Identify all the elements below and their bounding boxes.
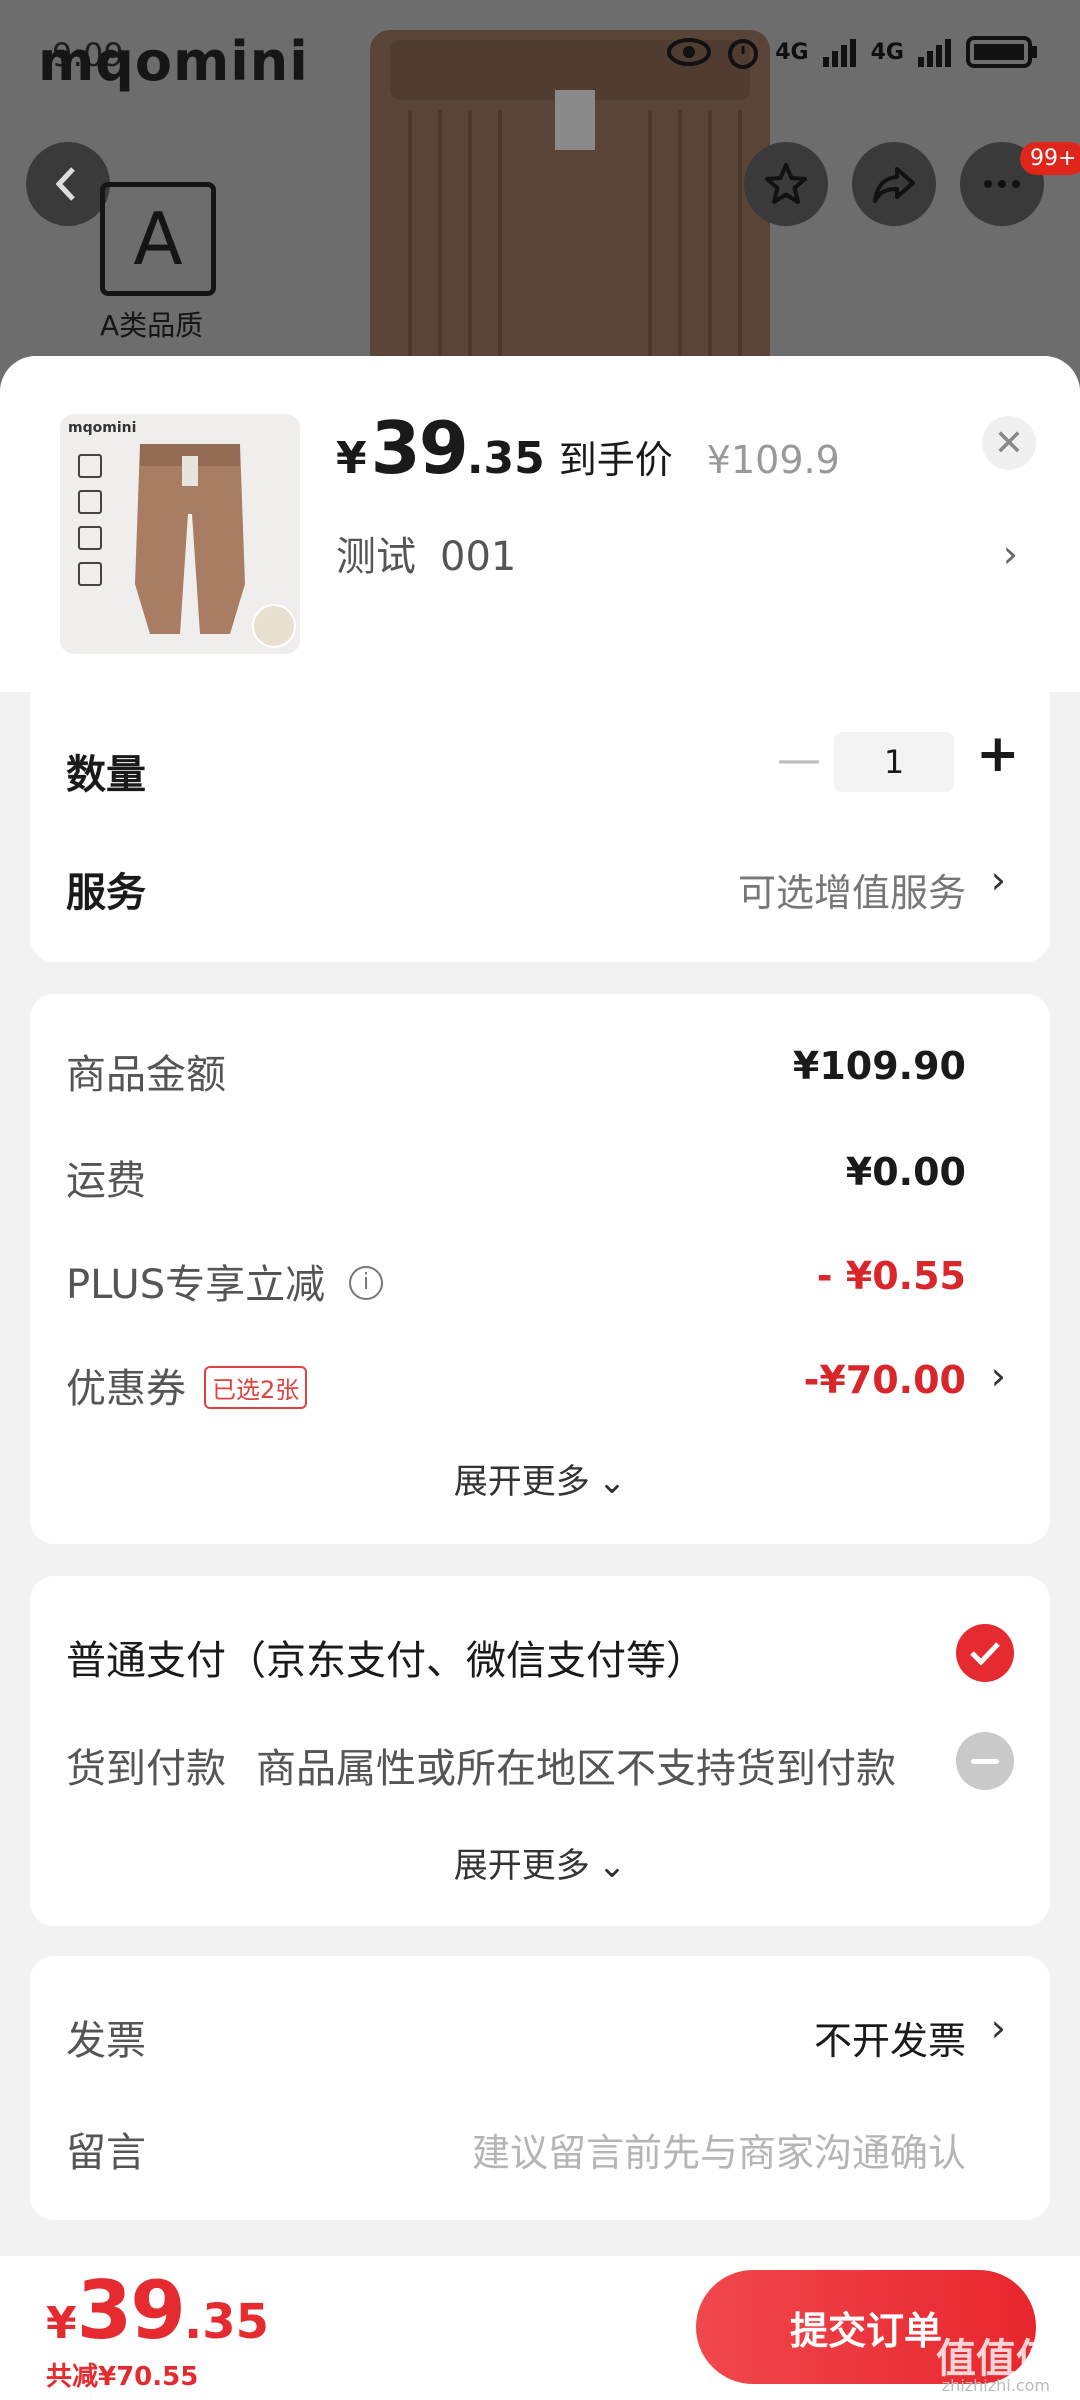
price-line: ¥ 39 .35 到手价 ¥109.9 (336, 406, 840, 490)
signal-icon-2 (918, 39, 951, 67)
quantity-decrease-button[interactable]: — (777, 734, 821, 785)
quality-text: A类品质 (100, 309, 204, 342)
watermark-url: zhizhizhi.com (941, 2376, 1050, 2395)
total-saved: 共减¥70.55 (46, 2362, 199, 2392)
thumb-feature-icons (78, 454, 102, 586)
chevron-right-icon[interactable]: › (991, 858, 1006, 902)
alarm-icon (728, 39, 759, 69)
cod-radio-disabled (956, 1732, 1014, 1790)
feature-icon (78, 454, 102, 478)
spec-code: 001 (440, 534, 517, 580)
feature-icon (78, 562, 102, 586)
normal-payment-label[interactable]: 普通支付（京东支付、微信支付等） (66, 1628, 706, 1686)
star-icon (765, 163, 807, 204)
network-4g-2: 4G (870, 39, 904, 65)
brand-logo: mqomini (38, 30, 309, 93)
quantity-increase-button[interactable]: + (976, 724, 1020, 784)
eye-icon (667, 38, 712, 66)
battery-icon (966, 36, 1037, 68)
checkout-bar: ¥ 39 .35 共减¥70.55 提交订单 值值值 zhizhizhi.com (0, 2256, 1080, 2400)
signal-icon (822, 39, 856, 67)
info-icon[interactable]: i (349, 1266, 384, 1300)
close-icon: ✕ (993, 422, 1025, 464)
chevron-right-icon[interactable]: › (991, 1354, 1006, 1398)
more-dots-icon (984, 180, 1020, 188)
message-badge: 99+ (1020, 142, 1080, 175)
thumb-logo: mqomini (68, 420, 137, 436)
cod-row: 货到付款 商品属性或所在地区不支持货到付款 (66, 1736, 896, 1794)
message-label: 留言 (66, 2130, 146, 2176)
service-label: 服务 (66, 870, 146, 916)
back-button[interactable] (26, 142, 110, 226)
quantity-input[interactable]: 1 (834, 732, 954, 792)
quantity-service-card: 数量 — 1 + 服务 可选增值服务 › (30, 692, 1050, 962)
price-integer: 39 (370, 406, 469, 490)
expand-more-costs[interactable]: 展开更多 ⌄ (30, 1454, 1050, 1503)
status-bar-icons: 4G 4G (667, 34, 1038, 70)
spec-name: 测试 (336, 534, 416, 580)
cod-note: 商品属性或所在地区不支持货到付款 (256, 1746, 896, 1792)
cost-breakdown-card: 商品金额 ¥109.90 运费 ¥0.00 PLUS专享立减 i - ¥0.55 … (30, 994, 1050, 1544)
goods-amount-value: ¥109.90 (792, 1044, 966, 1088)
shipping-label: 运费 (66, 1158, 146, 1204)
coupon-tag: 已选2张 (204, 1365, 308, 1409)
shipping-value: ¥0.00 (845, 1150, 966, 1194)
pants-thumb-image (135, 444, 245, 634)
price-label: 到手价 (558, 438, 673, 482)
invoice-label: 发票 (66, 2018, 146, 2064)
goods-amount-label: 商品金额 (66, 1052, 226, 1098)
fabric-swatch (252, 604, 296, 648)
plus-discount-value: - ¥0.55 (816, 1254, 966, 1298)
feature-icon (78, 526, 102, 550)
expand-more-payment[interactable]: 展开更多 ⌄ (30, 1838, 1050, 1887)
plus-discount-row: PLUS专享立减 i (66, 1252, 384, 1310)
chevron-down-icon: ⌄ (597, 1846, 627, 1886)
share-icon (873, 167, 915, 203)
favorite-button[interactable] (744, 142, 828, 226)
total-currency: ¥ (46, 2298, 77, 2349)
service-value[interactable]: 可选增值服务 (738, 862, 966, 917)
expand-label: 展开更多 (453, 1462, 590, 1502)
quantity-label: 数量 (66, 752, 146, 798)
total-price: ¥ 39 .35 (46, 2264, 269, 2357)
feature-icon (78, 490, 102, 514)
coupon-row[interactable]: 优惠券 已选2张 (66, 1356, 308, 1414)
chevron-down-icon: ⌄ (597, 1462, 627, 1502)
chevron-right-icon[interactable]: › (991, 2006, 1006, 2050)
network-4g-1: 4G (775, 39, 809, 65)
cod-label: 货到付款 (66, 1746, 226, 1792)
normal-payment-radio[interactable] (956, 1624, 1014, 1682)
price-decimal: .35 (466, 433, 545, 484)
spec-selector[interactable]: 测试 001 (336, 524, 516, 582)
product-summary: mqomini ¥ 39 .35 到手价 ¥109.9 ✕ 测试 001 › (0, 356, 1080, 692)
close-button[interactable]: ✕ (982, 416, 1036, 470)
plus-discount-label: PLUS专享立减 (66, 1262, 326, 1308)
minus-icon (971, 1758, 999, 1764)
expand-label: 展开更多 (453, 1846, 590, 1886)
invoice-value[interactable]: 不开发票 (814, 2010, 966, 2065)
order-sheet: mqomini ¥ 39 .35 到手价 ¥109.9 ✕ 测试 001 › 数… (0, 356, 1080, 2256)
price-currency: ¥ (336, 433, 367, 484)
chevron-left-icon (55, 167, 75, 201)
check-icon (970, 1642, 1000, 1666)
quality-icon: A (100, 182, 216, 296)
chevron-right-icon[interactable]: › (1003, 532, 1018, 576)
message-input[interactable]: 建议留言前先与商家沟通确认 (472, 2122, 966, 2177)
total-integer: 39 (76, 2264, 186, 2357)
share-button[interactable] (852, 142, 936, 226)
coupon-value[interactable]: -¥70.00 (804, 1358, 966, 1402)
original-price: ¥109.9 (706, 438, 840, 482)
product-thumbnail[interactable]: mqomini (60, 414, 300, 654)
invoice-message-card: 发票 不开发票 › 留言 建议留言前先与商家沟通确认 (30, 1956, 1050, 2220)
total-decimal: .35 (183, 2294, 269, 2350)
coupon-label: 优惠券 (66, 1366, 186, 1412)
payment-card: 普通支付（京东支付、微信支付等） 货到付款 商品属性或所在地区不支持货到付款 展开… (30, 1576, 1050, 1926)
